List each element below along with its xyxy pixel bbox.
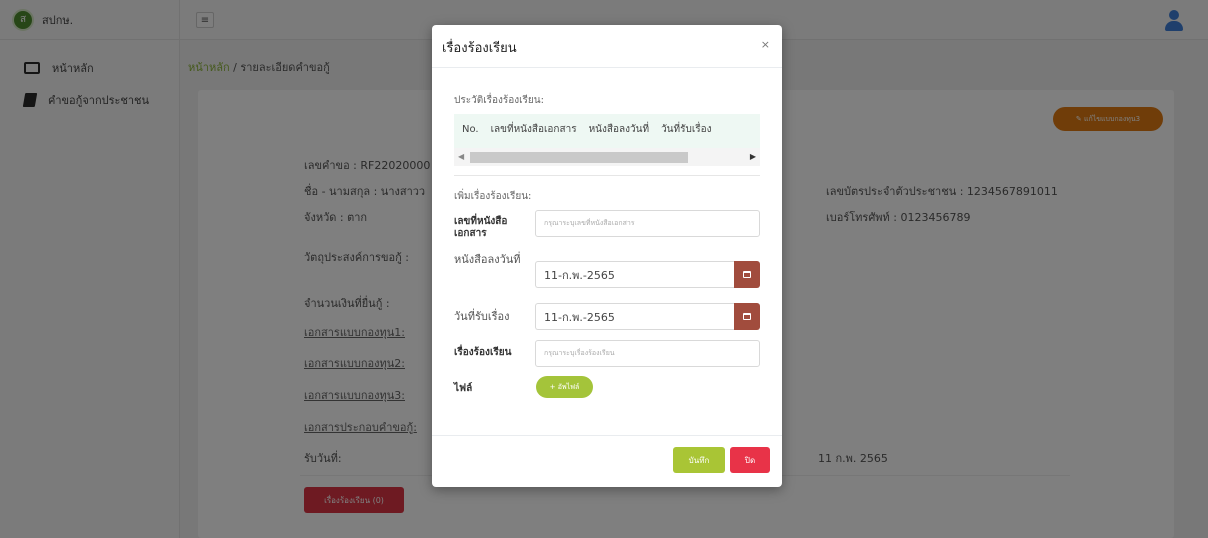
subject-label: เรื่องร้องเรียน — [454, 347, 512, 358]
close-icon[interactable]: × — [761, 38, 770, 51]
received-date-calendar-button[interactable] — [734, 303, 760, 330]
doc-no-label: เลขที่หนังสือเอกสาร — [454, 216, 508, 239]
upload-file-button[interactable]: + อัพไฟล์ — [536, 376, 593, 398]
column-header-received-date: วันที่รับเรื่อง — [661, 123, 712, 135]
subject-input[interactable]: กรุณาระบุเรื่องร้องเรียน — [535, 340, 760, 367]
add-complaint-label: เพิ่มเรื่องร้องเรียน: — [454, 191, 532, 202]
history-label: ประวัติเรื่องร้องเรียน: — [454, 95, 544, 106]
column-header-doc-no: เลขที่หนังสือเอกสาร — [490, 123, 577, 135]
modal-title: เรื่องร้องเรียน — [442, 41, 517, 56]
calendar-icon — [743, 313, 751, 320]
file-label: ไฟล์ — [454, 383, 473, 394]
doc-no-input[interactable]: กรุณาระบุเลขที่หนังสือเอกสาร — [535, 210, 760, 237]
doc-date-calendar-button[interactable] — [734, 261, 760, 288]
scroll-right-icon[interactable]: ▶ — [750, 152, 756, 161]
horizontal-scrollbar[interactable]: ◀ ▶ — [454, 148, 760, 166]
section-divider — [454, 175, 760, 176]
save-button[interactable]: บันทึก — [673, 447, 725, 473]
received-date-label: วันที่รับเรื่อง — [454, 310, 510, 323]
history-table: No. เลขที่หนังสือเอกสาร หนังสือลงวันที่ … — [454, 114, 760, 166]
modal-header: เรื่องร้องเรียน × — [432, 25, 782, 68]
column-header-no: No. — [462, 123, 479, 135]
doc-date-input[interactable]: 11-ก.พ.-2565 — [535, 261, 734, 288]
scroll-left-icon[interactable]: ◀ — [458, 152, 464, 161]
calendar-icon — [743, 271, 751, 278]
column-header-doc-date: หนังสือลงวันที่ — [588, 123, 650, 135]
table-header-row: No. เลขที่หนังสือเอกสาร หนังสือลงวันที่ … — [454, 114, 760, 144]
complaint-modal: เรื่องร้องเรียน × ประวัติเรื่องร้องเรียน… — [432, 25, 782, 487]
scroll-thumb[interactable] — [470, 152, 688, 163]
doc-date-label: หนังสือลงวันที่ — [454, 253, 521, 266]
received-date-input[interactable]: 11-ก.พ.-2565 — [535, 303, 734, 330]
close-button[interactable]: ปิด — [730, 447, 770, 473]
